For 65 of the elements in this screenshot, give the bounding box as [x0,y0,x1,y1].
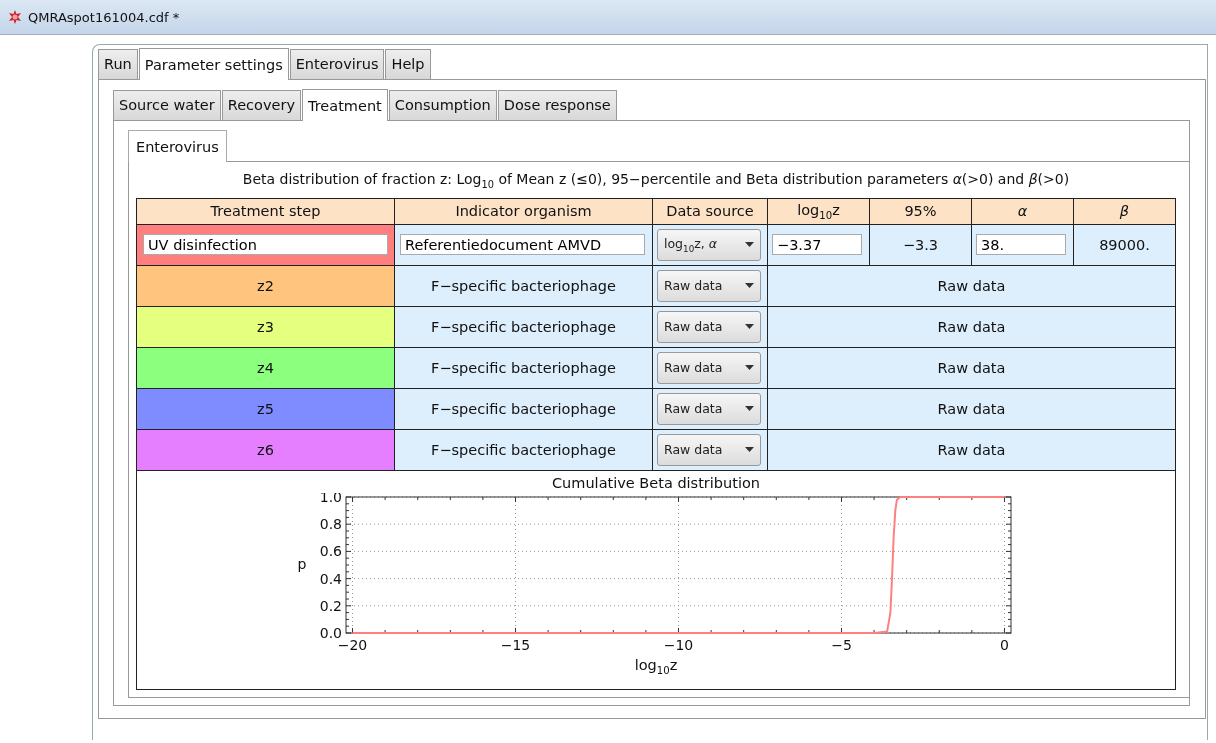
input-field[interactable]: UV disinfection [143,234,388,256]
table-cell: Raw data [767,347,1176,389]
caret-icon [745,406,754,412]
caret-icon [745,365,754,371]
axis-tick-label: −10 [663,636,694,653]
tab[interactable]: Enterovirus [289,49,385,79]
table-cell: Raw data [767,306,1176,348]
axis-tick-label: −15 [500,636,531,653]
tab[interactable]: Enterovirus [128,130,227,162]
table-cell: F−specific bacteriophage [394,347,653,389]
column-header: Treatment step [136,198,395,225]
table-cell: F−specific bacteriophage [394,388,653,430]
caret-icon [745,324,754,330]
tab[interactable]: Parameter settings [138,48,289,80]
axis-tick-label: 0.2 [319,597,342,614]
table-cell: −3.3 [869,224,972,266]
dropdown[interactable]: Raw data [657,310,761,343]
axis-tick-label: 0.8 [319,516,342,532]
window-title: QMRAspot161004.cdf * [28,9,180,25]
dropdown[interactable]: Raw data [657,269,761,302]
tab[interactable]: Consumption [388,90,497,120]
column-header: 95% [869,198,972,225]
table-cell: F−specific bacteriophage [394,429,653,471]
axis-tick-label: 0 [1000,636,1009,653]
input-field[interactable]: −3.37 [772,234,862,256]
table-cell: Raw data [767,265,1176,307]
table-cell: F−specific bacteriophage [394,306,653,348]
axis-tick-label: −5 [831,636,852,653]
app-icon [8,10,22,24]
axis-label: log$_{10}$z [634,656,678,676]
tab[interactable]: Recovery [221,90,301,120]
table-cell: z6 [136,429,395,471]
column-header: Indicator organism [394,198,653,225]
dropdown[interactable]: Raw data [657,351,761,384]
caret-icon [745,242,754,248]
axis-label: p [297,555,307,572]
tab[interactable]: Treatment [301,89,388,121]
dropdown[interactable]: Raw data [657,433,761,466]
tab[interactable]: Dose response [497,90,617,120]
input-field[interactable]: Referentiedocument AMVD [400,234,645,256]
table-cell: 89000. [1073,224,1176,266]
column-header: log$_{10}$z [767,198,870,225]
dropdown[interactable]: Raw data [657,392,761,425]
column-header: Data source [652,198,768,225]
table-cell: z2 [136,265,395,307]
caret-icon [745,283,754,289]
table-cell: F−specific bacteriophage [394,265,653,307]
dropdown[interactable]: log$_{10}$z, α [657,228,761,261]
column-header: β [1073,198,1176,225]
axis-tick-label: 0.6 [319,543,342,560]
axis-tick-label: 0.4 [319,570,342,587]
axis-tick-label: 0.0 [319,624,342,641]
table-cell: Raw data [767,429,1176,471]
caret-icon [745,447,754,453]
table-cell: z5 [136,388,395,430]
chart-title: Cumulative Beta distribution [551,473,761,493]
table-caption: Beta distribution of fraction z: Log$_{10}$ of Mean z (≤0), 95−percentile and Beta distribution parameters α(>0) and β(>0) [241,170,1071,192]
input-field[interactable]: 38. [976,234,1066,256]
tab[interactable]: Source water [113,90,221,120]
tab[interactable]: Run [98,49,138,79]
column-header: α [971,198,1074,225]
table-cell: Raw data [767,388,1176,430]
table-cell: z3 [136,306,395,348]
tab[interactable]: Help [385,49,431,79]
table-cell: z4 [136,347,395,389]
